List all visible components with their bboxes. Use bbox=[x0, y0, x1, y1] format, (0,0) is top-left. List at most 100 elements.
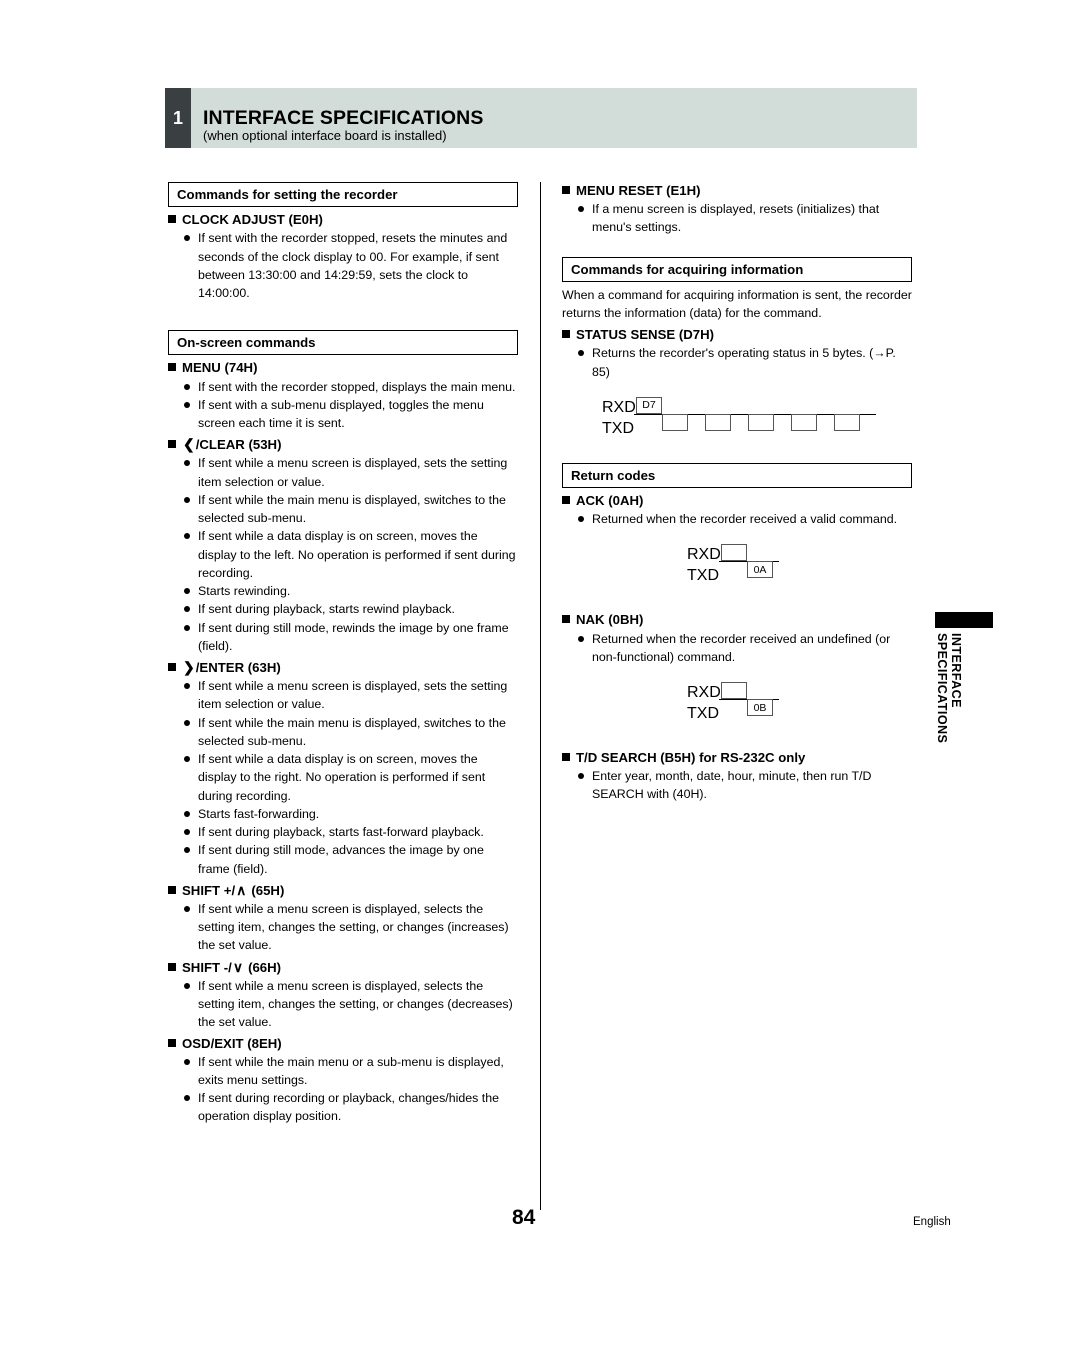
chevron-up-icon: ∧ bbox=[236, 881, 247, 898]
timing-box-txd-3 bbox=[791, 413, 817, 431]
chevron-left-icon: ❮ bbox=[183, 436, 195, 453]
list-item: If sent during still mode, advances the … bbox=[182, 841, 518, 877]
timing-diagram-status-sense: RXD TXD D7 bbox=[602, 395, 912, 443]
bullet-list-clock-adjust: If sent with the recorder stopped, reset… bbox=[182, 229, 518, 302]
square-bullet-icon bbox=[168, 363, 176, 372]
list-item: Starts fast-forwarding. bbox=[182, 805, 518, 823]
square-bullet-icon bbox=[168, 215, 176, 224]
list-item: If sent while a menu screen is displayed… bbox=[182, 977, 518, 1032]
list-item: Returned when the recorder received an u… bbox=[576, 630, 912, 666]
command-label: OSD/EXIT (8EH) bbox=[182, 1035, 282, 1051]
list-item: Starts rewinding. bbox=[182, 582, 518, 600]
side-tab-text: INTERFACE SPECIFICATIONS bbox=[935, 633, 963, 793]
command-label: MENU (74H) bbox=[182, 360, 258, 376]
command-heading-clear: ❮ /CLEAR (53H) bbox=[168, 435, 518, 453]
timing-box-txd-1 bbox=[705, 413, 731, 431]
square-bullet-icon bbox=[168, 885, 176, 894]
list-item: Enter year, month, date, hour, minute, t… bbox=[576, 767, 912, 803]
list-item: If sent during playback, starts rewind p… bbox=[182, 600, 518, 618]
list-item: If sent while the main menu is displayed… bbox=[182, 714, 518, 750]
timing-box-txd-0: 0A bbox=[747, 561, 773, 579]
timing-label-txd: TXD bbox=[602, 419, 634, 437]
command-label: CLOCK ADJUST (E0H) bbox=[182, 212, 323, 228]
command-label: /CLEAR (53H) bbox=[195, 437, 282, 453]
timing-box-txd-4 bbox=[834, 413, 860, 431]
side-tab-line-2: SPECIFICATIONS bbox=[935, 633, 950, 744]
square-bullet-icon bbox=[562, 615, 570, 624]
command-heading-shift-plus: SHIFT +/ ∧ (65H) bbox=[168, 881, 518, 899]
bullet-list-osd-exit: If sent while the main menu or a sub-men… bbox=[182, 1053, 518, 1126]
list-item: Returned when the recorder received a va… bbox=[576, 510, 912, 528]
timing-box-txd-0: 0B bbox=[747, 699, 773, 717]
command-heading-menu-reset: MENU RESET (E1H) bbox=[562, 182, 912, 199]
chevron-right-icon: ❯ bbox=[183, 659, 195, 676]
list-item: If sent during recording or playback, ch… bbox=[182, 1089, 518, 1125]
bullet-list-menu-reset: If a menu screen is displayed, resets (i… bbox=[576, 200, 912, 236]
command-heading-osd-exit: OSD/EXIT (8EH) bbox=[168, 1035, 518, 1052]
acquiring-info-intro: When a command for acquiring information… bbox=[562, 287, 912, 321]
square-bullet-icon bbox=[168, 1038, 176, 1047]
bullet-list-shift-plus: If sent while a menu screen is displayed… bbox=[182, 900, 518, 955]
command-label: NAK (0BH) bbox=[576, 612, 644, 628]
square-bullet-icon bbox=[562, 496, 570, 505]
list-item: If sent during playback, starts fast-for… bbox=[182, 823, 518, 841]
section-title-commands-for-setting-the-recorder: Commands for setting the recorder bbox=[168, 182, 518, 208]
list-item: If sent while a data display is on scree… bbox=[182, 527, 518, 582]
list-item: If sent during still mode, rewinds the i… bbox=[182, 619, 518, 655]
square-bullet-icon bbox=[168, 663, 176, 672]
command-label: STATUS SENSE (D7H) bbox=[576, 327, 714, 343]
list-item: If sent while a menu screen is displayed… bbox=[182, 900, 518, 955]
list-item: If sent while a data display is on scree… bbox=[182, 750, 518, 805]
command-label-post: (66H) bbox=[248, 959, 282, 975]
list-item: Returns the recorder's operating status … bbox=[576, 344, 912, 380]
timing-diagram-ack: RXD TXD 0A bbox=[687, 542, 912, 588]
page-title: INTERFACE SPECIFICATIONS bbox=[203, 106, 484, 129]
chevron-down-icon: ∨ bbox=[232, 958, 244, 975]
side-tab: INTERFACE SPECIFICATIONS bbox=[935, 612, 993, 793]
bullet-list-clear: If sent while a menu screen is displayed… bbox=[182, 454, 518, 655]
square-bullet-icon bbox=[562, 753, 570, 762]
command-label-pre: SHIFT -/ bbox=[182, 959, 232, 975]
right-column: MENU RESET (E1H) If a menu screen is dis… bbox=[562, 182, 912, 804]
timing-diagram-nak: RXD TXD 0B bbox=[687, 680, 912, 726]
timing-box-rxd-0 bbox=[721, 544, 747, 562]
command-heading-td-search: T/D SEARCH (B5H) for RS-232C only bbox=[562, 749, 912, 766]
header-band: INTERFACE SPECIFICATIONS (when optional … bbox=[191, 88, 917, 148]
command-label: /ENTER (63H) bbox=[195, 660, 281, 676]
command-label: T/D SEARCH (B5H) for RS-232C only bbox=[576, 750, 806, 766]
bullet-list-menu: If sent with the recorder stopped, displ… bbox=[182, 378, 518, 433]
list-item: If sent with the recorder stopped, reset… bbox=[182, 229, 518, 302]
bullet-list-shift-minus: If sent while a menu screen is displayed… bbox=[182, 977, 518, 1032]
command-label: MENU RESET (E1H) bbox=[576, 183, 701, 198]
bullet-list-td-search: Enter year, month, date, hour, minute, t… bbox=[576, 767, 912, 803]
side-tab-bar bbox=[935, 612, 993, 628]
list-item: If sent while a menu screen is displayed… bbox=[182, 454, 518, 490]
timing-box-rxd-0 bbox=[721, 682, 747, 700]
list-item: If sent with the recorder stopped, displ… bbox=[182, 378, 518, 396]
timing-box-rxd-0: D7 bbox=[636, 396, 662, 414]
list-item: If sent while the main menu is displayed… bbox=[182, 491, 518, 527]
timing-label-txd: TXD bbox=[687, 705, 719, 723]
list-item: If sent while the main menu or a sub-men… bbox=[182, 1053, 518, 1089]
page-number: 84 bbox=[512, 1206, 536, 1229]
square-bullet-icon bbox=[168, 440, 176, 449]
square-bullet-icon bbox=[168, 962, 176, 971]
command-heading-ack: ACK (0AH) bbox=[562, 492, 912, 509]
timing-label-txd: TXD bbox=[687, 567, 719, 585]
command-label: ACK (0AH) bbox=[576, 493, 644, 509]
bullet-list-enter: If sent while a menu screen is displayed… bbox=[182, 677, 518, 878]
command-heading-nak: NAK (0BH) bbox=[562, 611, 912, 628]
command-heading-clock-adjust: CLOCK ADJUST (E0H) bbox=[168, 211, 518, 228]
section-title-on-screen-commands: On-screen commands bbox=[168, 330, 518, 356]
language-label: English bbox=[913, 1216, 951, 1228]
bullet-list-nak: Returned when the recorder received an u… bbox=[576, 630, 912, 666]
list-item: If sent with a sub-menu displayed, toggl… bbox=[182, 396, 518, 432]
page-subtitle: (when optional interface board is instal… bbox=[203, 128, 447, 144]
chapter-number: 1 bbox=[165, 88, 191, 148]
square-bullet-icon bbox=[562, 186, 570, 194]
